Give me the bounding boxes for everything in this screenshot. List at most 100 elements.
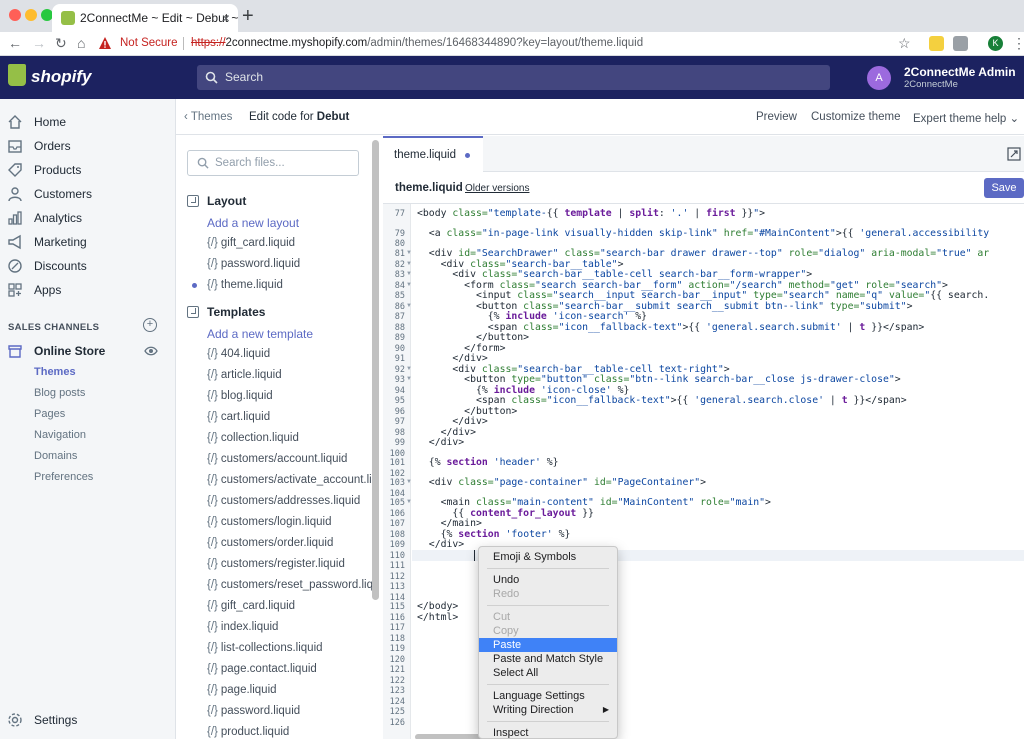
menu-item-cut[interactable]: Cut <box>479 610 617 624</box>
file-item[interactable]: {/} customers/login.liquid <box>207 516 331 528</box>
add-sales-channel-icon[interactable]: + <box>143 318 157 332</box>
file-item[interactable]: {/} customers/activate_account.li <box>207 474 372 486</box>
menu-item-paste-match-style[interactable]: Paste and Match Style <box>479 652 617 666</box>
file-item[interactable]: {/} cart.liquid <box>207 411 270 423</box>
home-browser-icon[interactable]: ⌂ <box>77 34 85 52</box>
search-icon <box>197 157 209 169</box>
file-name: customers/reset_password.liq <box>220 579 374 591</box>
expert-help-dropdown[interactable]: Expert theme help ⌄ <box>913 111 1019 125</box>
fold-arrow-icon[interactable]: ▼ <box>406 479 412 485</box>
sidebar-subitem-pages[interactable]: Pages <box>34 404 65 424</box>
file-item[interactable]: {/} product.liquid <box>207 726 289 738</box>
new-tab-button[interactable]: + <box>242 4 254 28</box>
file-item[interactable]: {/} customers/register.liquid <box>207 558 345 570</box>
fold-arrow-icon[interactable]: ▼ <box>406 282 412 288</box>
menu-item-copy[interactable]: Copy <box>479 624 617 638</box>
add-layout-link[interactable]: Add a new layout <box>207 216 299 230</box>
file-search-input[interactable]: Search files... <box>187 150 359 176</box>
file-item[interactable]: {/} gift_card.liquid <box>207 600 295 612</box>
menu-item-undo[interactable]: Undo <box>479 573 617 587</box>
file-item[interactable]: {/} index.liquid <box>207 621 278 633</box>
file-code-icon: {/} <box>207 369 218 381</box>
file-item[interactable]: {/} customers/order.liquid <box>207 537 333 549</box>
customize-theme-link[interactable]: Customize theme <box>811 111 900 123</box>
file-item[interactable]: {/} customers/reset_password.liq <box>207 579 373 591</box>
file-item[interactable]: {/} page.liquid <box>207 684 277 696</box>
file-item-active[interactable]: {/} theme.liquid <box>207 279 283 291</box>
fold-arrow-icon[interactable]: ▼ <box>406 271 412 277</box>
file-item[interactable]: {/} blog.liquid <box>207 390 273 402</box>
breadcrumb-back-themes[interactable]: ‹ Themes <box>184 111 232 123</box>
reload-icon[interactable]: ↻ <box>55 34 67 52</box>
close-window-button[interactable] <box>9 9 21 21</box>
browser-menu-icon[interactable]: ⋮ <box>1012 34 1024 52</box>
file-browser-scrollbar[interactable] <box>372 140 379 600</box>
templates-section-header[interactable]: Templates <box>187 305 265 319</box>
forward-arrow-icon[interactable]: → <box>32 34 46 52</box>
tab-close-icon[interactable]: × <box>222 4 230 32</box>
back-arrow-icon[interactable]: ← <box>8 34 22 52</box>
file-item[interactable]: {/} password.liquid <box>207 705 300 717</box>
fullscreen-icon[interactable] <box>1007 147 1021 161</box>
add-template-link[interactable]: Add a new template <box>207 327 313 341</box>
not-secure-label[interactable]: Not Secure <box>120 33 178 54</box>
fold-arrow-icon[interactable]: ▼ <box>406 376 412 382</box>
file-item[interactable]: {/} gift_card.liquid <box>207 237 295 249</box>
sidebar-item-analytics[interactable]: Analytics <box>0 206 176 230</box>
fold-arrow-icon[interactable]: ▼ <box>406 250 412 256</box>
menu-item-writing-direction[interactable]: Writing Direction ▶ <box>479 703 617 717</box>
admin-search-input[interactable]: Search <box>197 65 830 90</box>
preview-link[interactable]: Preview <box>756 111 797 123</box>
file-item[interactable]: {/} customers/addresses.liquid <box>207 495 360 507</box>
save-button[interactable]: Save <box>984 178 1024 198</box>
sidebar-item-online-store[interactable]: Online Store <box>0 339 176 363</box>
file-item[interactable]: {/} 404.liquid <box>207 348 270 360</box>
file-item[interactable]: {/} collection.liquid <box>207 432 299 444</box>
sidebar-subitem-blog-posts[interactable]: Blog posts <box>34 383 85 403</box>
file-item[interactable]: {/} customers/account.liquid <box>207 453 347 465</box>
menu-item-language-settings[interactable]: Language Settings <box>479 689 617 703</box>
sidebar-item-orders[interactable]: Orders <box>0 134 176 158</box>
store-name[interactable]: 2ConnectMe Admin <box>904 65 1016 79</box>
minimize-window-button[interactable] <box>25 9 37 21</box>
sidebar-item-marketing[interactable]: Marketing <box>0 230 176 254</box>
sidebar-item-settings[interactable]: Settings <box>0 708 176 732</box>
file-code-icon: {/} <box>207 495 218 507</box>
fold-arrow-icon[interactable]: ▼ <box>406 261 412 267</box>
sidebar-item-discounts[interactable]: Discounts <box>0 254 176 278</box>
older-versions-link[interactable]: Older versions <box>465 183 529 194</box>
layout-section-header[interactable]: Layout <box>187 194 246 208</box>
fold-arrow-icon[interactable]: ▼ <box>406 303 412 309</box>
file-item[interactable]: {/} list-collections.liquid <box>207 642 323 654</box>
sidebar-item-home[interactable]: Home <box>0 110 176 134</box>
fold-arrow-icon[interactable]: ▼ <box>406 499 412 505</box>
address-bar[interactable]: Not Secure https://2connectme.myshopify.… <box>98 33 920 54</box>
sidebar-subitem-navigation[interactable]: Navigation <box>34 425 86 445</box>
cast-icon[interactable] <box>953 36 968 51</box>
profile-avatar[interactable]: K <box>988 36 1003 51</box>
user-avatar[interactable]: A <box>867 66 891 90</box>
fold-arrow-icon[interactable]: ▼ <box>406 366 412 372</box>
line-number: 126 <box>389 717 405 728</box>
bookmark-star-icon[interactable]: ☆ <box>898 34 911 52</box>
menu-item-paste[interactable]: Paste <box>479 638 617 652</box>
menu-item-redo[interactable]: Redo <box>479 587 617 601</box>
menu-item-emoji-symbols[interactable]: Emoji & Symbols <box>479 550 617 564</box>
menu-item-select-all[interactable]: Select All <box>479 666 617 680</box>
extension-icon[interactable] <box>929 36 944 51</box>
shopify-logo[interactable]: shopify <box>31 67 91 87</box>
sidebar-item-apps[interactable]: Apps <box>0 278 176 302</box>
sidebar-item-customers[interactable]: Customers <box>0 182 176 206</box>
menu-item-inspect[interactable]: Inspect <box>479 726 617 738</box>
sidebar-subitem-themes[interactable]: Themes <box>34 362 76 382</box>
file-item[interactable]: {/} article.liquid <box>207 369 282 381</box>
editor-tab-theme-liquid[interactable]: theme.liquid <box>383 136 483 173</box>
url-text[interactable]: https://2connectme.myshopify.com/admin/t… <box>191 33 643 54</box>
eye-icon[interactable] <box>144 345 158 357</box>
browser-tab[interactable]: 2ConnectMe ~ Edit ~ Debut ~ × <box>52 4 238 32</box>
file-item[interactable]: {/} page.contact.liquid <box>207 663 317 675</box>
file-item[interactable]: {/} password.liquid <box>207 258 300 270</box>
sidebar-subitem-preferences[interactable]: Preferences <box>34 467 93 487</box>
sidebar-item-products[interactable]: Products <box>0 158 176 182</box>
sidebar-subitem-domains[interactable]: Domains <box>34 446 77 466</box>
